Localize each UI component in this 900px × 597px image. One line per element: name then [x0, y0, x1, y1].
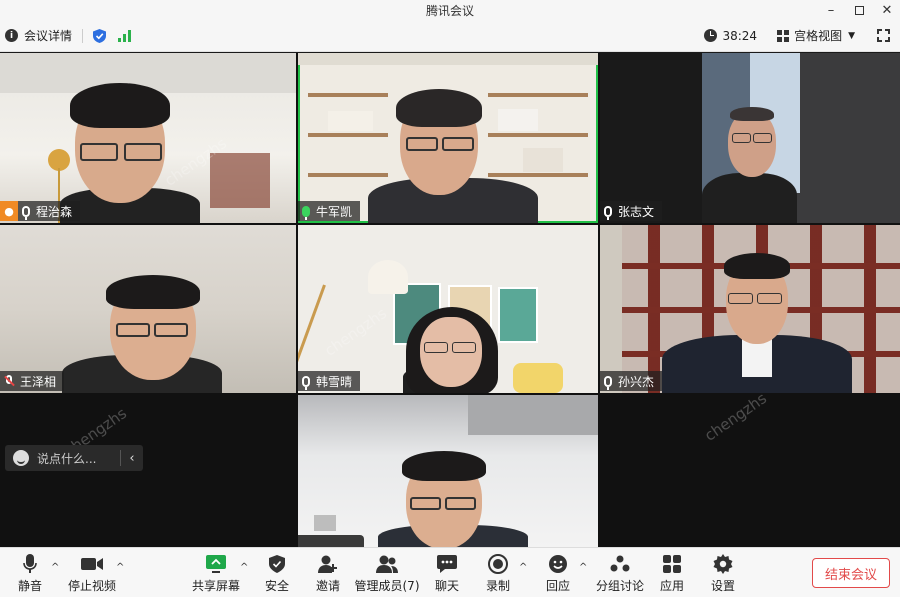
chevron-down-icon[interactable]: ▼	[848, 31, 855, 41]
participant-name: 王泽相	[20, 374, 57, 389]
meeting-timer: 38:24	[722, 28, 758, 43]
signal-icon[interactable]	[118, 29, 132, 42]
chat-input-placeholder[interactable]: 说点什么...	[37, 450, 96, 467]
microphone-icon	[302, 375, 310, 390]
microphone-icon	[604, 205, 612, 220]
mute-label: 静音	[17, 579, 42, 593]
video-tile[interactable]: 王泽相	[0, 225, 296, 393]
grid-view-icon	[777, 29, 790, 42]
reactions-button[interactable]: 回应	[528, 554, 588, 594]
video-tile-active-speaker[interactable]: 牛军凯	[298, 53, 598, 223]
video-grid: ● 程治森 牛军凯 张志文 王泽相 韩雪晴 孙兴杰 chengzhs cheng…	[0, 53, 900, 547]
end-meeting-button[interactable]: 结束会议	[812, 558, 890, 588]
microphone-active-icon	[302, 205, 310, 220]
video-tile[interactable]: 孙兴杰	[600, 225, 900, 393]
breakout-rooms-button[interactable]: 分组讨论	[590, 554, 650, 594]
title-bar: 腾讯会议 – ✕	[0, 0, 900, 20]
share-screen-label: 共享屏幕	[191, 579, 240, 593]
minimize-button[interactable]: –	[818, 0, 844, 20]
video-tile[interactable]: 张志文	[600, 53, 900, 223]
close-button[interactable]: ✕	[874, 0, 900, 20]
shield-icon[interactable]	[93, 28, 107, 43]
manage-members-button[interactable]: 管理成员(7)	[352, 554, 422, 594]
chat-input-box[interactable]: 说点什么... ‹	[5, 445, 143, 471]
info-bar: i 会议详情 38:24 宫格视图 ▼	[0, 20, 900, 52]
settings-label: 设置	[710, 579, 735, 593]
participant-name-tag: 张志文	[600, 201, 663, 221]
invite-button[interactable]: 邀请	[298, 554, 358, 594]
microphone-icon	[604, 375, 612, 390]
bottom-toolbar: 静音 ^ 停止视频 ^ 共享屏幕 ^ 安全 邀请 管理成员(7) 聊天 录制 ^…	[0, 547, 900, 597]
stop-video-button[interactable]: 停止视频	[62, 554, 122, 594]
divider	[82, 28, 84, 43]
participant-name: 牛军凯	[316, 204, 353, 219]
chat-label: 聊天	[434, 579, 459, 593]
emoji-icon[interactable]	[13, 450, 29, 466]
chevron-left-icon[interactable]: ‹	[121, 451, 143, 466]
info-icon[interactable]: i	[5, 29, 18, 42]
video-tile[interactable]: 韩雪晴	[298, 225, 598, 393]
chevron-up-icon[interactable]: ^	[579, 562, 587, 573]
maximize-button[interactable]	[846, 0, 872, 20]
clock-icon	[704, 29, 718, 42]
participant-name: 孙兴杰	[618, 374, 655, 389]
mic-muted-icon	[4, 375, 15, 387]
reactions-label: 回应	[545, 579, 570, 593]
stop-video-label: 停止视频	[67, 579, 116, 593]
participant-name-tag: 王泽相	[0, 371, 65, 391]
view-mode-dropdown[interactable]: 宫格视图	[794, 27, 842, 44]
participant-name-tag: ● 程治森	[0, 201, 81, 221]
chevron-up-icon[interactable]: ^	[51, 562, 59, 573]
breakout-rooms-label: 分组讨论	[595, 579, 644, 593]
window-title: 腾讯会议	[425, 4, 474, 18]
maximize-icon	[854, 5, 864, 15]
manage-members-label: 管理成员(7)	[354, 579, 420, 593]
participant-name-tag: 韩雪晴	[298, 371, 361, 391]
share-screen-icon	[186, 554, 246, 574]
add-user-icon	[298, 554, 358, 574]
fullscreen-icon[interactable]	[877, 29, 890, 42]
meeting-details-link[interactable]: 会议详情	[24, 27, 72, 44]
members-icon	[352, 554, 422, 574]
settings-button[interactable]: 设置	[693, 554, 753, 594]
mute-button[interactable]: 静音	[0, 554, 60, 594]
camera-icon	[62, 554, 122, 574]
microphone-icon	[22, 205, 30, 220]
breakout-rooms-icon	[590, 554, 650, 574]
chevron-up-icon[interactable]: ^	[519, 562, 527, 573]
participant-name-tag: 牛军凯	[298, 201, 361, 221]
record-label: 录制	[485, 579, 510, 593]
participant-name: 张志文	[618, 204, 655, 219]
security-label: 安全	[264, 579, 289, 593]
participant-name-tag: 孙兴杰	[600, 371, 663, 391]
invite-label: 邀请	[315, 579, 340, 593]
record-button[interactable]: 录制	[468, 554, 528, 594]
empty-tile	[0, 395, 296, 547]
chevron-up-icon[interactable]: ^	[116, 562, 124, 573]
participant-name: 韩雪晴	[316, 374, 353, 389]
video-tile[interactable]: ● 程治森	[0, 53, 296, 223]
video-tile[interactable]	[298, 395, 598, 547]
share-screen-button[interactable]: 共享屏幕	[186, 554, 246, 594]
empty-tile	[600, 395, 900, 547]
apps-label: 应用	[659, 579, 684, 593]
participant-name: 程治森	[36, 204, 73, 219]
gear-icon	[693, 554, 753, 574]
person-icon: ●	[0, 201, 18, 221]
meeting-window: 腾讯会议 – ✕ i 会议详情 38:24 宫格视图 ▼ ● 程治森 牛军凯 张…	[0, 0, 900, 597]
